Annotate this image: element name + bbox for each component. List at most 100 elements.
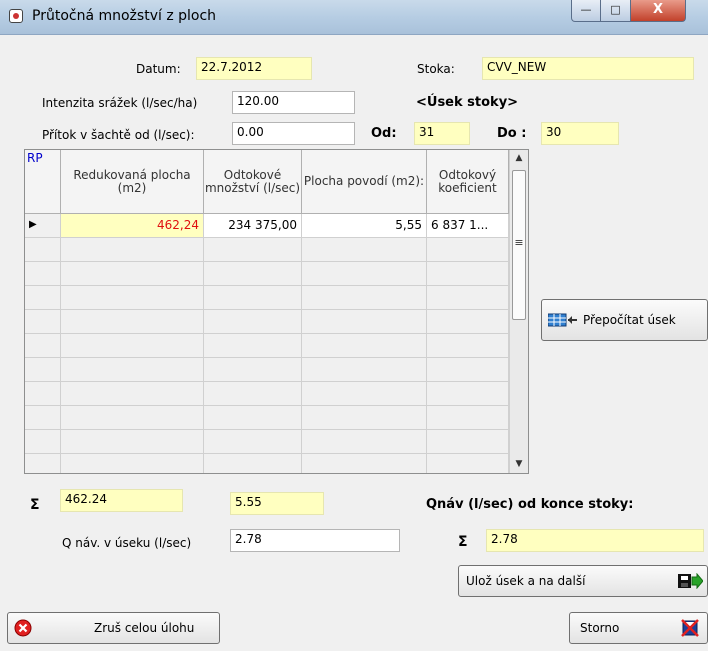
grid-cell[interactable] [25, 310, 61, 333]
grid-cell[interactable] [302, 358, 427, 381]
intenzita-input[interactable]: 120.00 [232, 91, 355, 114]
od-field[interactable]: 31 [414, 122, 470, 145]
grid-cell[interactable] [25, 382, 61, 405]
grid-cell[interactable] [61, 238, 204, 261]
grid-cell[interactable] [61, 286, 204, 309]
grid-cell[interactable] [302, 286, 427, 309]
table-row[interactable] [25, 310, 509, 334]
pritok-label: Přítok v šachtě od (l/sec): [42, 128, 195, 142]
close-button[interactable]: X [631, 0, 686, 22]
grid-cell[interactable] [427, 310, 509, 333]
grid-cell[interactable] [25, 358, 61, 381]
table-row[interactable] [25, 286, 509, 310]
table-row[interactable] [25, 238, 509, 262]
grid-cell[interactable] [25, 334, 61, 357]
grid-cell[interactable] [427, 382, 509, 405]
sum-redukovana-field[interactable]: 462.24 [60, 489, 183, 512]
grid-cell[interactable] [204, 286, 302, 309]
grid-cell[interactable] [302, 262, 427, 285]
od-label: Od: [371, 126, 397, 141]
maximize-button[interactable]: □ [601, 0, 631, 22]
qnav-sum-field[interactable]: 2.78 [486, 529, 704, 552]
grid-header-redukovana[interactable]: Redukovaná plocha (m2) [61, 150, 204, 214]
grid-cell[interactable] [427, 406, 509, 429]
save-next-icon [678, 573, 703, 589]
qnav-usek-field[interactable]: 2.78 [230, 529, 400, 552]
grid-cell[interactable] [61, 262, 204, 285]
grid-header-koeficient[interactable]: Odtokový koeficient [427, 150, 509, 214]
table-row[interactable] [25, 430, 509, 454]
grid-cell[interactable] [204, 454, 302, 473]
dialog-window: Průtočná množství z ploch — □ X Datum: 2… [0, 0, 708, 651]
do-field[interactable]: 30 [541, 122, 619, 145]
table-row[interactable] [25, 262, 509, 286]
datum-field[interactable]: 22.7.2012 [196, 57, 312, 80]
grid-cell[interactable] [61, 454, 204, 473]
grid-cell[interactable] [427, 262, 509, 285]
grid-cell[interactable] [427, 286, 509, 309]
grid-cell[interactable] [25, 286, 61, 309]
grid-cell[interactable] [204, 430, 302, 453]
grid-header-plocha[interactable]: Plocha povodí (m2): [302, 150, 427, 214]
grid-cell[interactable] [204, 262, 302, 285]
grid-cell[interactable] [427, 454, 509, 473]
table-row[interactable]: ▶ 462,24 234 375,00 5,55 6 837 1... [25, 214, 509, 238]
scroll-down-arrow[interactable]: ▼ [510, 456, 528, 472]
grid-header-odtokove[interactable]: Odtokové množství (l/sec) [204, 150, 302, 214]
grid-cell[interactable] [204, 358, 302, 381]
stoka-field[interactable]: CVV_NEW [482, 57, 694, 80]
cancel-icon [14, 619, 32, 637]
grid-cell[interactable] [25, 262, 61, 285]
grid-cell[interactable] [61, 358, 204, 381]
do-label: Do : [497, 126, 527, 141]
row-selector[interactable]: ▶ [25, 214, 61, 237]
grid-cell[interactable] [302, 310, 427, 333]
cell-koeficient[interactable]: 6 837 1... [427, 214, 509, 237]
grid-cell[interactable] [302, 334, 427, 357]
grid-cell[interactable] [25, 406, 61, 429]
prepocitat-usek-button[interactable]: Přepočítat úsek [541, 299, 708, 341]
grid-cell[interactable] [61, 430, 204, 453]
minimize-button[interactable]: — [571, 0, 601, 22]
title-bar[interactable]: Průtočná množství z ploch — □ X [0, 0, 708, 35]
storno-button[interactable]: Storno [569, 612, 708, 644]
grid-cell[interactable] [427, 238, 509, 261]
qnav-heading: Qnáv (l/sec) od konce stoky: [426, 497, 634, 512]
cell-redukovana[interactable]: 462,24 [61, 214, 204, 237]
grid-cell[interactable] [25, 430, 61, 453]
grid-cell[interactable] [302, 238, 427, 261]
table-row[interactable] [25, 454, 509, 473]
data-grid[interactable]: RP Redukovaná plocha (m2) Odtokové množs… [24, 149, 529, 474]
cell-plocha[interactable]: 5,55 [302, 214, 427, 237]
grid-cell[interactable] [25, 454, 61, 473]
grid-cell[interactable] [61, 382, 204, 405]
grid-cell[interactable] [204, 334, 302, 357]
grid-cell[interactable] [427, 430, 509, 453]
pritok-input[interactable]: 0.00 [232, 122, 355, 145]
grid-scrollbar[interactable]: ▲ ≡ ▼ [509, 150, 528, 473]
grid-cell[interactable] [302, 406, 427, 429]
grid-cell[interactable] [25, 238, 61, 261]
grid-cell[interactable] [204, 382, 302, 405]
grid-header-rp[interactable]: RP [25, 150, 61, 214]
grid-cell[interactable] [61, 406, 204, 429]
grid-cell[interactable] [204, 310, 302, 333]
table-row[interactable] [25, 406, 509, 430]
uloz-usek-button[interactable]: Ulož úsek a na další [458, 565, 708, 597]
scroll-up-arrow[interactable]: ▲ [510, 150, 528, 166]
grid-cell[interactable] [204, 238, 302, 261]
grid-cell[interactable] [302, 454, 427, 473]
table-row[interactable] [25, 358, 509, 382]
grid-cell[interactable] [61, 310, 204, 333]
grid-cell[interactable] [427, 358, 509, 381]
grid-cell[interactable] [204, 406, 302, 429]
table-row[interactable] [25, 382, 509, 406]
sum-plocha-field[interactable]: 5.55 [230, 492, 324, 515]
zrus-ulohu-button[interactable]: Zruš celou úlohu [7, 612, 220, 644]
grid-cell[interactable] [61, 334, 204, 357]
grid-cell[interactable] [302, 382, 427, 405]
cell-odtokove[interactable]: 234 375,00 [204, 214, 302, 237]
table-row[interactable] [25, 334, 509, 358]
grid-cell[interactable] [302, 430, 427, 453]
grid-cell[interactable] [427, 334, 509, 357]
